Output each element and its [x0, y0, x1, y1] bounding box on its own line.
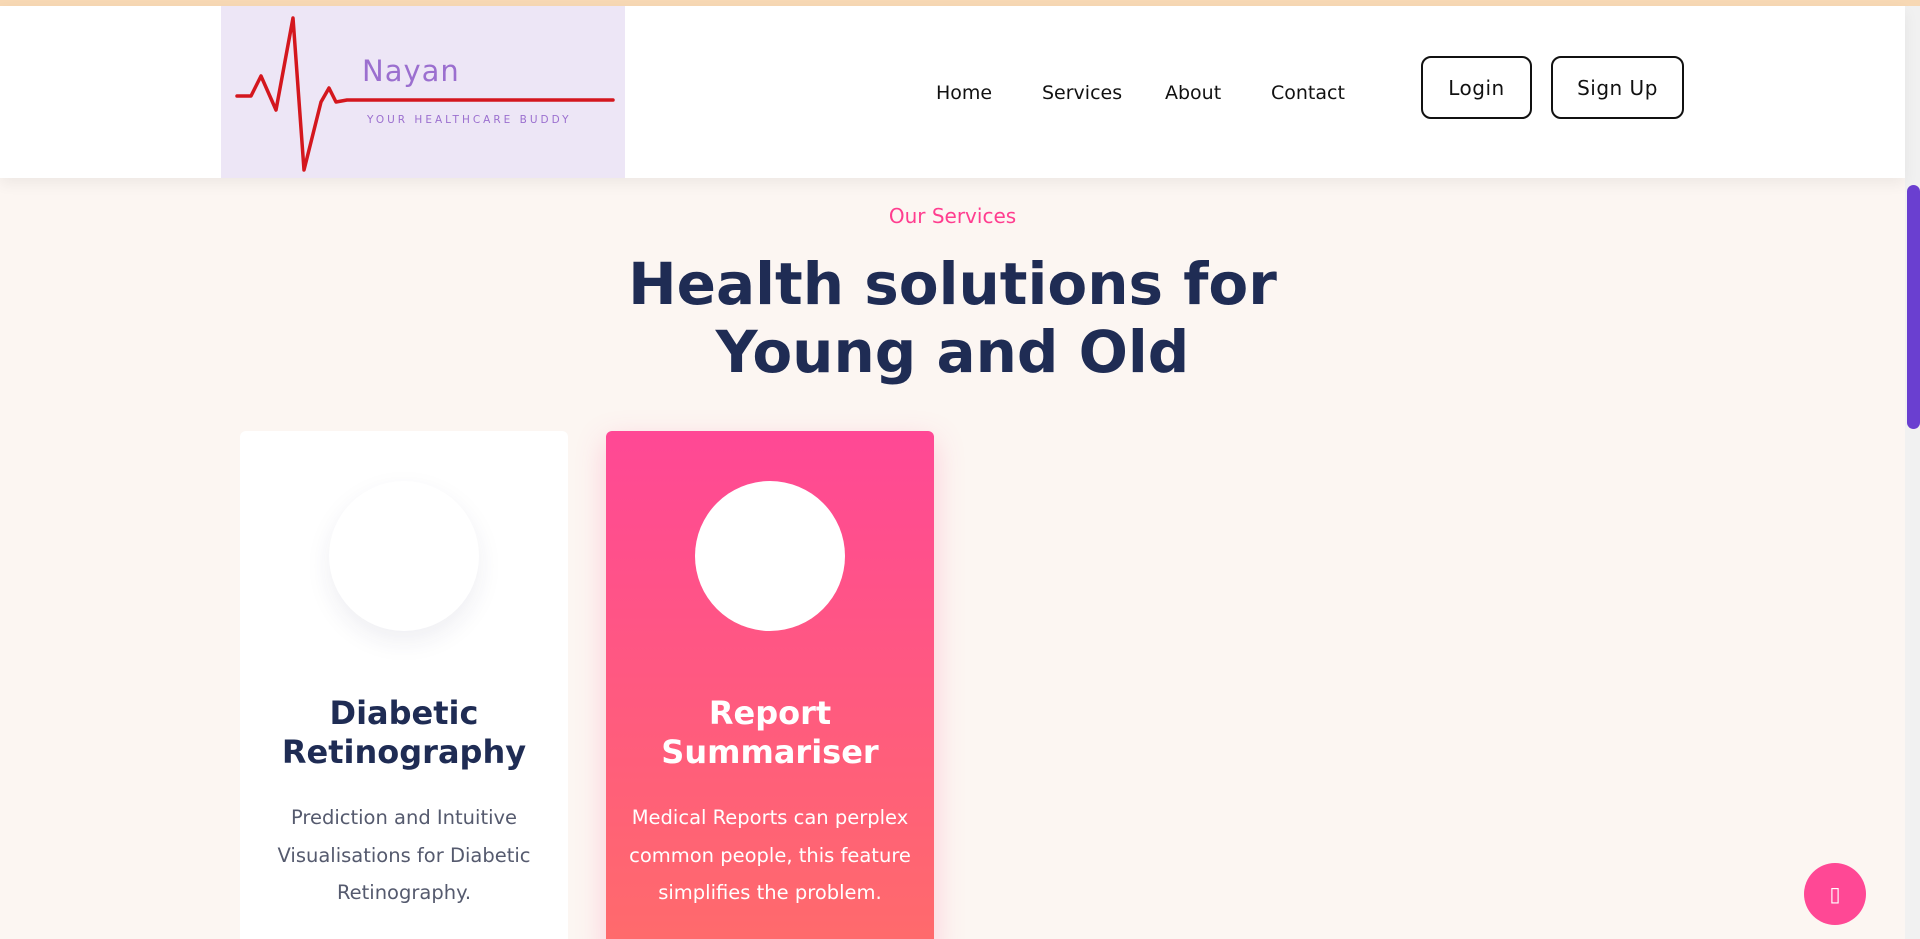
section-title-line-1: Health solutions for	[628, 250, 1277, 318]
service-card-title: Diabetic Retinography	[260, 694, 548, 772]
section-label: Our Services	[888, 204, 1017, 228]
nav-services[interactable]: Services	[1042, 82, 1122, 104]
logo-tagline: YOUR HEALTHCARE BUDDY	[367, 114, 572, 126]
ecg-heartbeat-icon	[235, 16, 615, 172]
service-card-text: Prediction and Intuitive Visualisations …	[277, 806, 531, 904]
service-icon-circle	[695, 481, 845, 631]
scrollbar-thumb[interactable]	[1907, 185, 1920, 429]
chat-button[interactable]: ▯	[1804, 863, 1866, 925]
nav-home[interactable]: Home	[936, 82, 992, 104]
signup-button[interactable]: Sign Up	[1551, 56, 1684, 119]
service-card-title-line-1: Diabetic	[329, 694, 479, 732]
service-icon-circle	[329, 481, 479, 631]
page-scrollbar[interactable]	[1905, 6, 1920, 939]
logo-name: Nayan	[362, 54, 460, 88]
service-card-title-line-2: Retinography	[281, 733, 527, 771]
section-title: Health solutions for Young and Old	[0, 250, 1905, 386]
service-card-diabetic-retinography[interactable]: Diabetic Retinography Prediction and Int…	[240, 431, 568, 939]
service-card-title: Report Summariser	[626, 694, 914, 772]
service-card-title-line-1: Report	[708, 694, 832, 732]
site-header: Nayan YOUR HEALTHCARE BUDDY Home Service…	[0, 6, 1905, 178]
chat-icon: ▯	[1829, 882, 1841, 906]
service-card-title-line-2: Summariser	[661, 733, 879, 771]
login-button[interactable]: Login	[1421, 56, 1532, 119]
section-title-line-2: Young and Old	[715, 318, 1190, 386]
nayan-logo[interactable]: Nayan YOUR HEALTHCARE BUDDY	[221, 6, 625, 178]
nav-contact[interactable]: Contact	[1271, 82, 1345, 104]
service-card-report-summariser[interactable]: Report Summariser Medical Reports can pe…	[606, 431, 934, 939]
nav-about[interactable]: About	[1165, 82, 1221, 104]
service-card-text: Medical Reports can perplex common peopl…	[629, 806, 911, 904]
